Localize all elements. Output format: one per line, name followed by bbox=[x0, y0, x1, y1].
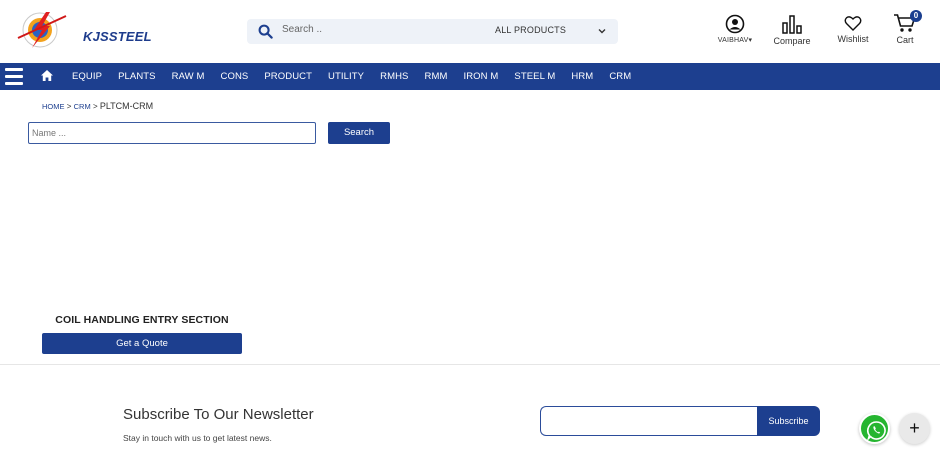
main-navigation: EQUIP PLANTS RAW M CONS PRODUCT UTILITY RMHS RM… bbox=[0, 63, 940, 90]
nav-item-product[interactable]: PRODUCT bbox=[256, 71, 320, 82]
search-icon[interactable] bbox=[258, 24, 273, 39]
category-select[interactable]: ALL PRODUCTS bbox=[495, 25, 566, 35]
logo-text: KJSSTEEL bbox=[83, 29, 152, 44]
breadcrumb-current: PLTCM-CRM bbox=[99, 101, 154, 111]
nav-item-rmhs[interactable]: RMHS bbox=[372, 71, 416, 82]
caret-down-icon: ▾ bbox=[748, 37, 753, 44]
cart-count-badge: 0 bbox=[910, 10, 922, 22]
compare-label: Compare bbox=[773, 36, 811, 46]
subscribe-button[interactable]: Subscribe bbox=[757, 406, 820, 436]
nav-item-crm[interactable]: CRM bbox=[601, 71, 639, 82]
nav-item-rmm[interactable]: RMM bbox=[416, 71, 455, 82]
breadcrumb-separator: > bbox=[90, 102, 100, 111]
wishlist-label: Wishlist bbox=[837, 34, 869, 44]
name-filter-input[interactable]: Name ... bbox=[28, 122, 316, 144]
newsletter-subtitle: Stay in touch with us to get latest news… bbox=[123, 433, 272, 443]
nav-item-utility[interactable]: UTILITY bbox=[320, 71, 372, 82]
breadcrumb-home-link[interactable]: HOME bbox=[42, 102, 65, 111]
whatsapp-chat-button[interactable] bbox=[859, 413, 890, 444]
product-title[interactable]: COIL HANDLING ENTRY SECTION bbox=[42, 314, 242, 326]
search-input[interactable]: Search .. bbox=[282, 24, 322, 35]
logo-emblem-icon bbox=[17, 12, 67, 48]
nav-item-plants[interactable]: PLANTS bbox=[110, 71, 164, 82]
global-search-bar[interactable]: Search .. ALL PRODUCTS bbox=[247, 19, 618, 44]
nav-item-steel-m[interactable]: STEEL M bbox=[506, 71, 563, 82]
nav-item-hrm[interactable]: HRM bbox=[563, 71, 601, 82]
compare-chart-icon bbox=[782, 15, 802, 34]
home-icon[interactable] bbox=[40, 69, 54, 82]
user-name-label: VAIBHAV bbox=[717, 37, 749, 44]
hamburger-menu-icon[interactable] bbox=[5, 68, 23, 85]
user-icon bbox=[725, 14, 745, 34]
site-header: KJSSTEEL Search .. ALL PRODUCTS VAIBHAV▾… bbox=[0, 0, 940, 63]
breadcrumb-separator: > bbox=[64, 102, 74, 111]
whatsapp-icon bbox=[866, 421, 886, 441]
heart-icon bbox=[844, 16, 862, 31]
breadcrumb: HOME > CRM > PLTCM-CRM bbox=[42, 101, 153, 111]
kjssteel-logo[interactable]: KJSSTEEL bbox=[16, 8, 152, 52]
nav-item-equip[interactable]: EQUIP bbox=[64, 71, 110, 82]
nav-item-raw-m[interactable]: RAW M bbox=[164, 71, 213, 82]
newsletter-email-input[interactable] bbox=[540, 406, 758, 436]
nav-item-iron-m[interactable]: IRON M bbox=[455, 71, 506, 82]
compare-link[interactable]: Compare bbox=[768, 14, 816, 46]
nav-menu: EQUIP PLANTS RAW M CONS PRODUCT UTILITY RMHS RM… bbox=[64, 63, 639, 90]
chevron-down-icon[interactable] bbox=[597, 26, 607, 36]
footer-divider bbox=[0, 364, 940, 365]
cart-link[interactable]: 0 Cart bbox=[887, 10, 923, 45]
get-quote-button[interactable]: Get a Quote bbox=[42, 333, 242, 354]
breadcrumb-crm-link[interactable]: CRM bbox=[74, 102, 91, 111]
expand-plus-button[interactable]: + bbox=[899, 413, 930, 444]
search-button[interactable]: Search bbox=[328, 122, 390, 144]
wishlist-link[interactable]: Wishlist bbox=[832, 15, 874, 44]
newsletter-title: Subscribe To Our Newsletter bbox=[123, 406, 314, 423]
cart-label: Cart bbox=[896, 35, 914, 45]
nav-item-cons[interactable]: CONS bbox=[213, 71, 257, 82]
user-account-menu[interactable]: VAIBHAV▾ bbox=[714, 14, 756, 44]
